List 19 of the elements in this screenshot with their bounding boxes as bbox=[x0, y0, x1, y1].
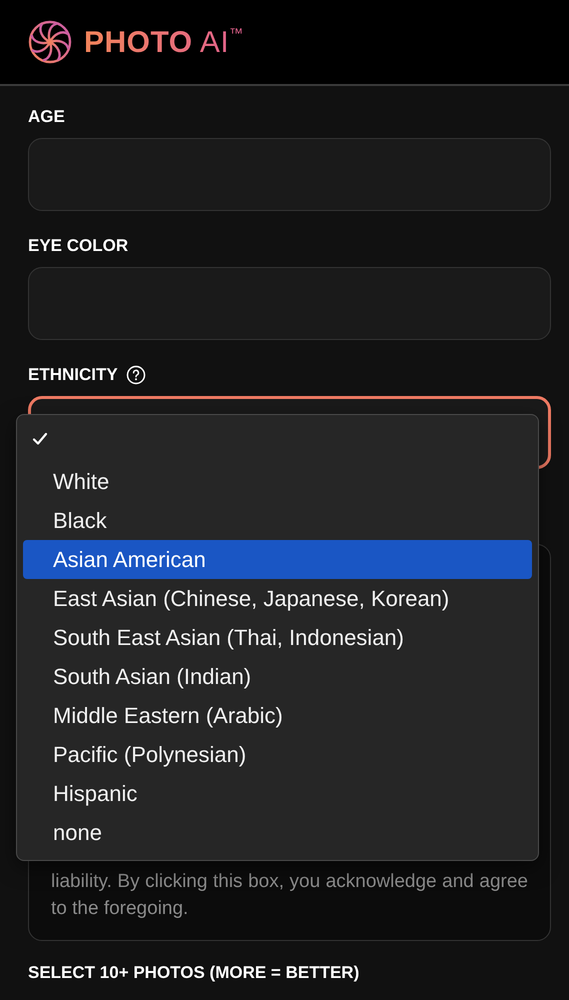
section-label: SELECT 10+ PHOTOS (MORE = BETTER) bbox=[28, 963, 360, 983]
dropdown-option[interactable]: Black bbox=[23, 501, 532, 540]
help-icon[interactable] bbox=[126, 365, 146, 385]
field-label: AGE bbox=[28, 107, 65, 127]
input-field[interactable] bbox=[28, 138, 551, 211]
disclaimer-text: liability. By clicking this box, you acknowledge and agree to the foregoing. bbox=[51, 870, 528, 921]
dropdown-option[interactable]: Asian American bbox=[23, 540, 532, 579]
dropdown-option[interactable]: South Asian (Indian) bbox=[23, 657, 532, 696]
dropdown-option[interactable]: Middle Eastern (Arabic) bbox=[23, 696, 532, 735]
dropdown-option[interactable]: Hispanic bbox=[23, 774, 532, 813]
field-label: ETHNICITY bbox=[28, 365, 118, 385]
dropdown-option[interactable]: Pacific (Polynesian) bbox=[23, 735, 532, 774]
input-field[interactable] bbox=[28, 267, 551, 340]
dropdown-option[interactable]: South East Asian (Thai, Indonesian) bbox=[23, 618, 532, 657]
dropdown-option[interactable]: White bbox=[23, 462, 532, 501]
field-label: EYE COLOR bbox=[28, 236, 128, 256]
spiral-logo-icon bbox=[28, 20, 72, 64]
dropdown-option[interactable]: none bbox=[23, 813, 532, 852]
dropdown-option[interactable]: East Asian (Chinese, Japanese, Korean) bbox=[23, 579, 532, 618]
